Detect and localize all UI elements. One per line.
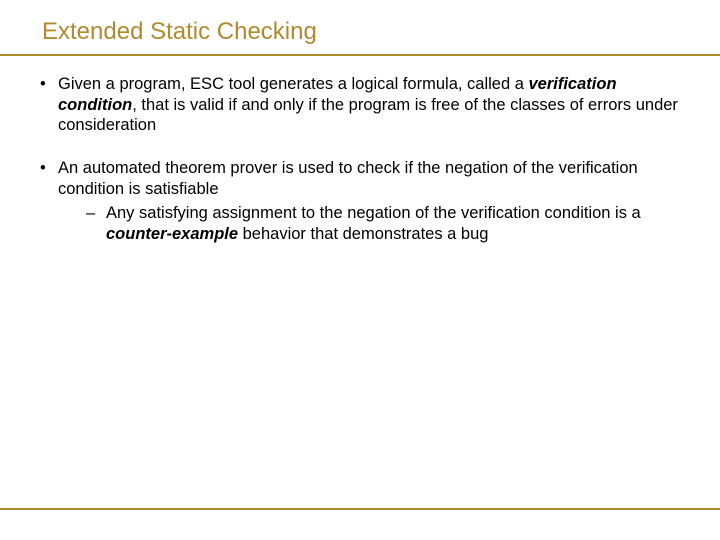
text-frag: An automated theorem prover is used to c…: [58, 159, 638, 198]
bullet-marker: •: [40, 158, 58, 245]
text-frag: Any satisfying assignment to the negatio…: [106, 204, 641, 222]
sub-bullet-marker: –: [86, 203, 106, 244]
footer-divider: [0, 508, 720, 510]
text-em: counter-example: [106, 225, 238, 243]
sub-bullet-item: – Any satisfying assignment to the negat…: [58, 203, 680, 244]
slide-content: • Given a program, ESC tool generates a …: [0, 56, 720, 244]
bullet-marker: •: [40, 74, 58, 136]
text-frag: , that is valid if and only if the progr…: [58, 96, 678, 135]
bullet-text: An automated theorem prover is used to c…: [58, 158, 680, 245]
bullet-text: Given a program, ESC tool generates a lo…: [58, 74, 680, 136]
bullet-item: • An automated theorem prover is used to…: [40, 158, 680, 245]
text-frag: Given a program, ESC tool generates a lo…: [58, 75, 529, 93]
slide: Extended Static Checking • Given a progr…: [0, 0, 720, 540]
bullet-item: • Given a program, ESC tool generates a …: [40, 74, 680, 136]
slide-title: Extended Static Checking: [0, 18, 720, 52]
text-frag: behavior that demonstrates a bug: [238, 225, 488, 243]
sub-bullet-text: Any satisfying assignment to the negatio…: [106, 203, 680, 244]
